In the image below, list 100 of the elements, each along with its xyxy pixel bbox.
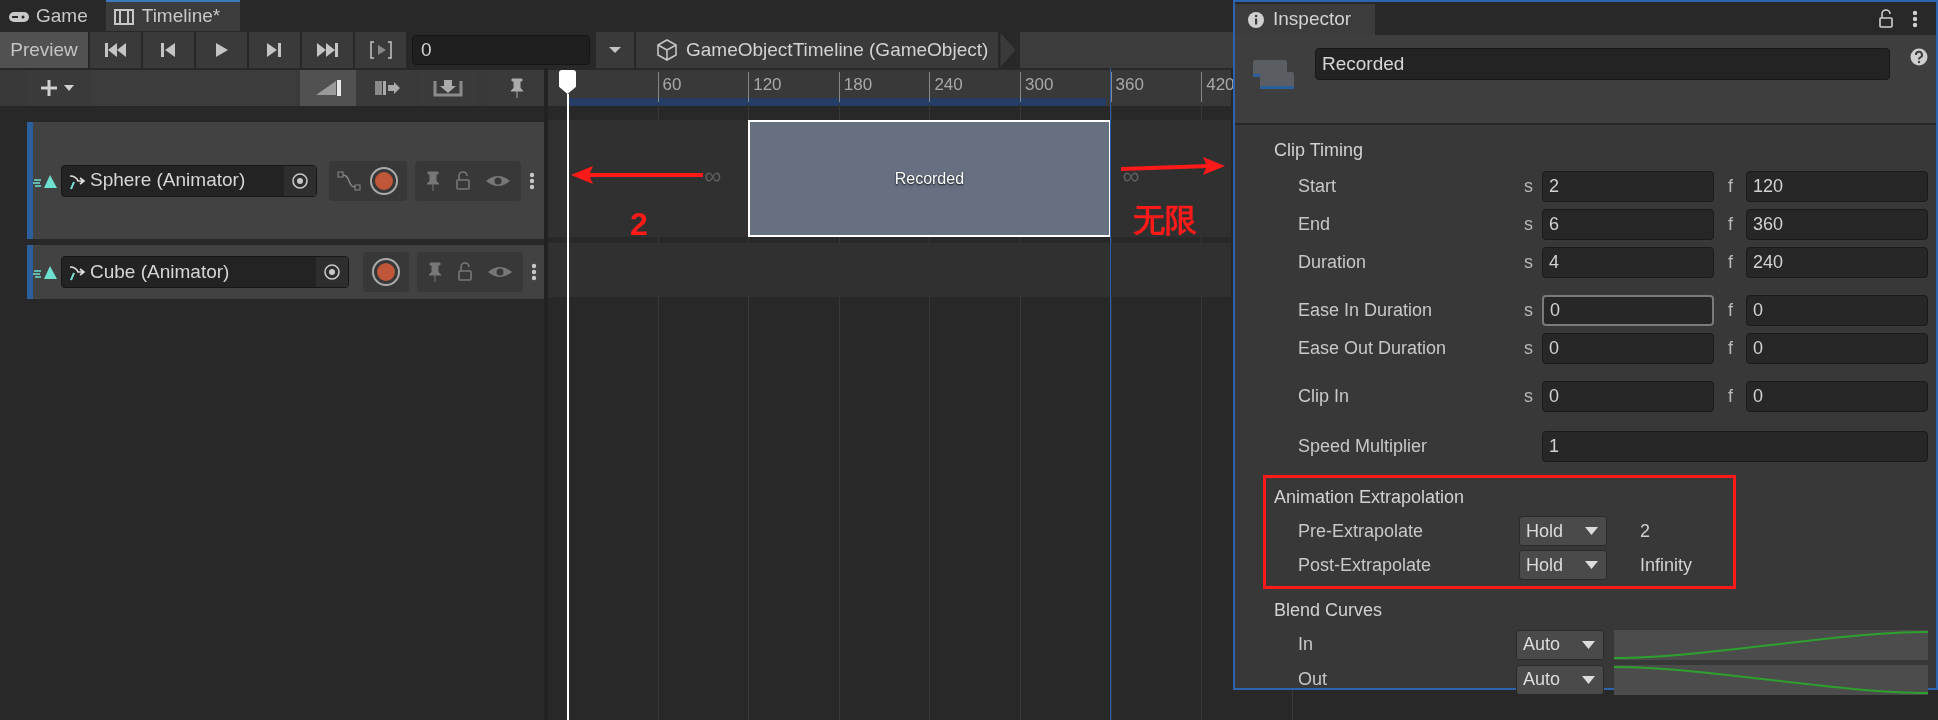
number-field[interactable]: 1 [1542,430,1928,462]
seconds-field[interactable]: 4 [1542,246,1714,278]
time-ruler[interactable]: 60 120 180 240 300 360 420 [548,70,1231,106]
pin-icon[interactable] [425,169,441,192]
ruler-label: 240 [929,72,963,102]
play-range-icon [368,40,393,60]
ruler-label: 300 [1020,72,1054,102]
object-field[interactable]: Sphere (Animator) [61,164,317,197]
seconds-field[interactable]: 0 [1542,294,1714,326]
caret-icon [608,46,622,54]
caret-icon [64,85,74,91]
breadcrumb-label[interactable]: GameObjectTimeline (GameObject) [686,35,989,65]
first-frame-button[interactable] [90,32,141,68]
caret-icon [1582,640,1595,649]
caret-icon [1582,675,1595,684]
section-title: Animation Extrapolation [1273,485,1466,509]
record-button[interactable] [371,257,401,287]
last-frame-button[interactable] [302,32,353,68]
help-icon[interactable] [1910,48,1928,66]
editor-tab[interactable]: Timeline* [105,0,241,31]
track-header[interactable]: Sphere (Animator) [27,122,544,239]
frames-field[interactable]: 0 [1746,332,1928,364]
frames-field[interactable]: 0 [1746,294,1928,326]
ruler-label: 180 [838,72,873,102]
unit-label: f [1728,384,1734,408]
dropdown-button[interactable] [596,32,634,68]
unit-label: f [1728,336,1734,360]
field-label: In [1298,633,1314,656]
unit-label: s [1524,384,1534,408]
frames-field[interactable]: 0 [1746,380,1928,412]
annotation-text: 2 [630,208,648,240]
dropdown[interactable]: Auto [1516,629,1604,660]
curve-preview[interactable] [1614,664,1928,695]
lock-icon[interactable] [1878,9,1894,29]
unit-label: s [1524,298,1534,322]
unit-label: s [1524,250,1534,274]
curve-preview[interactable] [1614,629,1928,660]
field-label: Speed Multiplier [1298,434,1429,458]
preview-button[interactable]: Preview [0,32,88,68]
pin-icon[interactable] [427,261,443,283]
value-label: 2 [1640,519,1650,543]
previous-frame-button[interactable] [143,32,194,68]
inspector-tab[interactable]: Inspector [1235,4,1376,35]
ruler-label: 120 [748,72,782,102]
next-frame-button[interactable] [249,32,300,68]
cube-icon [656,38,678,62]
track-name: Sphere (Animator) [90,168,247,193]
seconds-field[interactable]: 6 [1542,208,1714,240]
target-icon [323,263,341,281]
unit-label: f [1728,298,1734,322]
info-icon [1247,10,1265,29]
section-title: Clip Timing [1273,138,1365,162]
more-icon[interactable] [1912,10,1918,28]
field-label: Clip In [1298,384,1351,408]
unit-label: f [1728,250,1734,274]
unit-label: f [1728,212,1734,236]
seconds-field[interactable]: 0 [1542,332,1714,364]
field-label: Start [1298,174,1337,198]
unit-label: f [1728,174,1734,198]
timeline-clip[interactable]: Recorded [748,120,1111,237]
track-header[interactable]: Cube (Animator) [27,245,544,299]
seconds-field[interactable]: 2 [1542,170,1714,202]
more-icon[interactable] [531,263,537,281]
caret-icon [1585,527,1598,535]
value-label: Infinity [1640,553,1693,577]
extrapolation-symbol: ∞ [704,164,722,188]
field-label: Pre-Extrapolate [1298,519,1425,543]
curves-button[interactable] [337,168,361,193]
frames-field[interactable]: 120 [1746,170,1928,202]
play-button[interactable] [196,32,247,68]
name-field[interactable]: Recorded [1315,48,1890,80]
replace-icon [432,77,464,99]
field-label: Out [1298,668,1328,691]
field-label: Ease Out Duration [1298,336,1448,360]
playhead[interactable] [559,70,576,720]
time-field[interactable]: 0 [412,35,590,65]
dropdown[interactable]: Auto [1516,664,1604,695]
unit-label: s [1524,212,1534,236]
object-picker-button[interactable] [284,165,316,196]
object-field[interactable]: Cube (Animator) [61,256,349,288]
seconds-field[interactable]: 0 [1542,380,1714,412]
last-frame-icon [315,40,340,60]
mix-mode-button[interactable] [300,70,356,106]
dropdown[interactable]: Hold [1519,550,1607,580]
object-picker-button[interactable] [316,257,348,287]
section-title: Blend Curves [1273,598,1384,622]
more-icon[interactable] [529,171,535,190]
pin-icon [509,77,525,99]
play-range-button[interactable] [355,32,406,68]
frames-field[interactable]: 240 [1746,246,1928,278]
track-name: Cube (Animator) [90,259,231,284]
unit-label: s [1524,174,1534,198]
record-button[interactable] [369,165,399,196]
field-label: Post-Extrapolate [1298,553,1433,577]
film-icon [113,8,136,25]
field-label: Duration [1298,250,1368,274]
target-icon [291,171,309,190]
frames-field[interactable]: 360 [1746,208,1928,240]
dropdown[interactable]: Hold [1519,516,1607,546]
caret-icon [1585,561,1598,569]
